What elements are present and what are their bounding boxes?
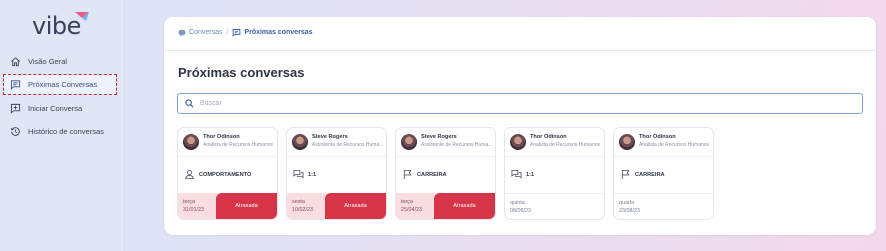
history-icon	[10, 126, 20, 136]
sidebar-item-label: Visão Geral	[28, 56, 68, 66]
flag-icon	[403, 169, 412, 180]
weekday: terça	[183, 199, 195, 205]
sidebar-item-label: Histórico de conversas	[28, 126, 104, 136]
conversation-type: 1:1	[293, 169, 316, 180]
card-footer: quinta 08/06/23	[505, 193, 604, 219]
conversation-card[interactable]: Thor Odinson Analista de Recursos Humano…	[177, 127, 278, 220]
date: 25/04/23	[401, 207, 422, 213]
sidebar: vibe Visão Geral Próximas Conversas Inic…	[0, 0, 125, 251]
sidebar-item-proximas-conversas[interactable]: Próximas Conversas	[3, 74, 117, 95]
conversation-type: CARREIRA	[620, 169, 665, 180]
employee-name: Thor Odinson	[639, 134, 676, 140]
card-divider	[614, 156, 713, 157]
breadcrumb-current: Próximas conversas	[232, 28, 313, 37]
conversation-card[interactable]: Steve Rogers Assistente de Recursos Huma…	[286, 127, 387, 220]
add-chat-icon	[10, 103, 21, 114]
card-divider	[396, 156, 495, 157]
weekday: sexta	[292, 199, 305, 205]
flag-icon	[621, 169, 630, 180]
weekday: quinta	[510, 200, 525, 206]
card-header: Thor Odinson Analista de Recursos Humano…	[510, 133, 603, 150]
employee-role: Analista de Recursos Humanos	[530, 142, 601, 148]
card-header: Thor Odinson Analista de Recursos Humano…	[619, 133, 712, 150]
chat-bubbles-icon	[293, 169, 304, 179]
status-badge: Atrasada	[325, 193, 386, 219]
avatar	[292, 134, 308, 150]
employee-name: Thor Odinson	[203, 134, 240, 140]
date-block: terça 31/01/23	[183, 198, 204, 214]
logo: vibe	[32, 12, 81, 40]
avatar	[510, 134, 526, 150]
status-badge: Atrasada	[216, 193, 277, 219]
employee-role: Analista de Recursos Humanos	[203, 142, 274, 148]
sidebar-item-visao-geral[interactable]: Visão Geral	[10, 53, 67, 69]
card-footer: sexta 10/02/23 Atrasada	[287, 193, 386, 219]
chat-icon	[233, 29, 241, 37]
sidebar-item-label: Iniciar Conversa	[28, 103, 83, 113]
employee-role: Assistente de Recursos Humanos	[421, 142, 494, 148]
conversation-type: COMPORTAMENTO	[184, 169, 251, 180]
home-icon	[11, 56, 20, 66]
card-footer: quarta 23/08/23	[614, 193, 713, 219]
conversation-card[interactable]: Thor Odinson Analista de Recursos Humano…	[504, 127, 605, 220]
date: 31/01/23	[183, 207, 204, 213]
conversation-type-label: COMPORTAMENTO	[199, 171, 252, 178]
date: 08/06/23	[510, 208, 531, 214]
breadcrumb: Conversas / Próximas conversas	[178, 28, 313, 37]
sidebar-item-historico[interactable]: Histórico de conversas	[10, 123, 104, 139]
search-input[interactable]	[200, 100, 840, 107]
sidebar-item-label: Próximas Conversas	[28, 80, 98, 89]
weekday: quarta	[619, 200, 635, 206]
card-divider	[178, 156, 277, 157]
employee-role: Assistente de Recursos Humanos	[312, 142, 385, 148]
date-block: quinta 08/06/23	[510, 199, 531, 215]
main-panel: Conversas / Próximas conversas Próximas …	[164, 17, 876, 235]
employee-name: Steve Rogers	[312, 134, 348, 140]
conversation-card[interactable]: Steve Rogers Assistente de Recursos Huma…	[395, 127, 496, 220]
breadcrumb-parent[interactable]: Conversas	[178, 29, 222, 37]
breadcrumb-separator: /	[226, 29, 229, 36]
conversation-type: 1:1	[511, 169, 534, 180]
header-divider	[164, 50, 876, 51]
card-header: Thor Odinson Analista de Recursos Humano…	[183, 133, 276, 150]
card-divider	[287, 156, 386, 157]
search-icon	[185, 99, 194, 108]
logo-mark-icon	[75, 12, 89, 21]
chat-bubbles-icon	[511, 169, 522, 179]
person-icon	[185, 170, 194, 180]
conversation-card[interactable]: Thor Odinson Analista de Recursos Humano…	[613, 127, 714, 220]
date-block: terça 25/04/23	[401, 198, 422, 214]
date-block: sexta 10/02/23	[292, 198, 313, 214]
card-footer: terça 31/01/23 Atrasada	[178, 193, 277, 219]
conversation-type: CARREIRA	[402, 169, 447, 180]
breadcrumb-current-label: Próximas conversas	[244, 29, 313, 36]
speech-bubble-icon	[178, 29, 186, 36]
date-block: quarta 23/08/23	[619, 199, 640, 215]
card-divider	[505, 156, 604, 157]
conversation-type-label: 1:1	[526, 171, 535, 178]
card-header: Steve Rogers Assistente de Recursos Huma…	[401, 133, 494, 150]
chat-icon	[10, 80, 21, 90]
card-footer: terça 25/04/23 Atrasada	[396, 193, 495, 219]
date: 23/08/23	[619, 208, 640, 214]
employee-name: Steve Rogers	[421, 134, 457, 140]
breadcrumb-parent-label: Conversas	[189, 29, 223, 36]
sidebar-item-iniciar-conversa[interactable]: Iniciar Conversa	[10, 100, 82, 116]
employee-role: Analista de Recursos Humanos	[639, 142, 710, 148]
card-header: Steve Rogers Assistente de Recursos Huma…	[292, 133, 385, 150]
avatar	[619, 134, 635, 150]
conversation-type-label: 1:1	[308, 171, 317, 178]
avatar	[183, 134, 199, 150]
weekday: terça	[401, 199, 413, 205]
avatar	[401, 134, 417, 150]
search-box[interactable]	[177, 93, 863, 114]
status-badge: Atrasada	[434, 193, 495, 219]
date: 10/02/23	[292, 207, 313, 213]
employee-name: Thor Odinson	[530, 134, 567, 140]
conversation-type-label: CARREIRA	[417, 171, 447, 178]
page-title: Próximas conversas	[178, 65, 305, 80]
conversation-type-label: CARREIRA	[635, 171, 665, 178]
